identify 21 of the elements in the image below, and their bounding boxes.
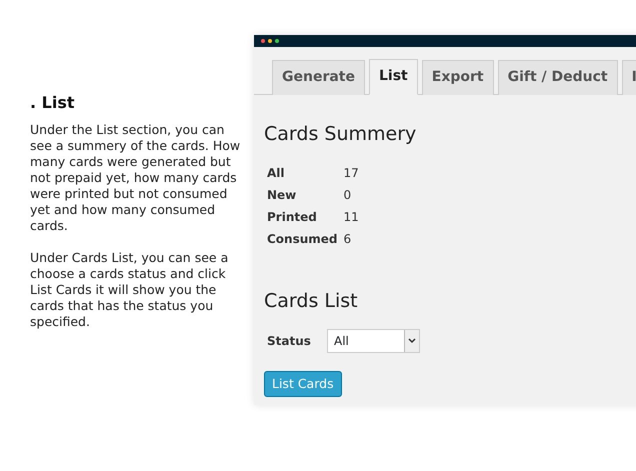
- field-label: Status: [266, 332, 312, 350]
- tab[interactable]: Gift / Deduct: [498, 60, 618, 95]
- row-value: 11: [342, 208, 360, 226]
- row-value: 17: [342, 164, 360, 182]
- description-paragraph: Under the List section, you can see a summery of the cards. How many cards were generated but not prepaid yet, how many cards were printed but not consumed yet and how many consumed cards.: [30, 122, 242, 234]
- tab[interactable]: Generate: [272, 60, 365, 95]
- status-dropdown[interactable]: All: [327, 328, 420, 353]
- tab[interactable]: List: [369, 59, 418, 95]
- row-label: New: [266, 186, 298, 204]
- section-title: Cards Summery: [264, 123, 418, 146]
- tab[interactable]: I: [622, 60, 636, 95]
- tab[interactable]: Export: [422, 60, 494, 95]
- row-value: 0: [342, 186, 352, 204]
- description-paragraph: Under Cards List, you can see a choose a cards status and click List Cards it will show you the cards that has the status you specified.: [30, 250, 230, 330]
- row-label: All: [266, 164, 286, 182]
- section-title: Cards List: [264, 290, 359, 313]
- row-label: Consumed: [266, 230, 339, 248]
- caret-icon: [408, 338, 416, 344]
- row-value: 6: [342, 230, 352, 248]
- section-heading: . List: [30, 93, 76, 112]
- row-label: Printed: [266, 208, 318, 226]
